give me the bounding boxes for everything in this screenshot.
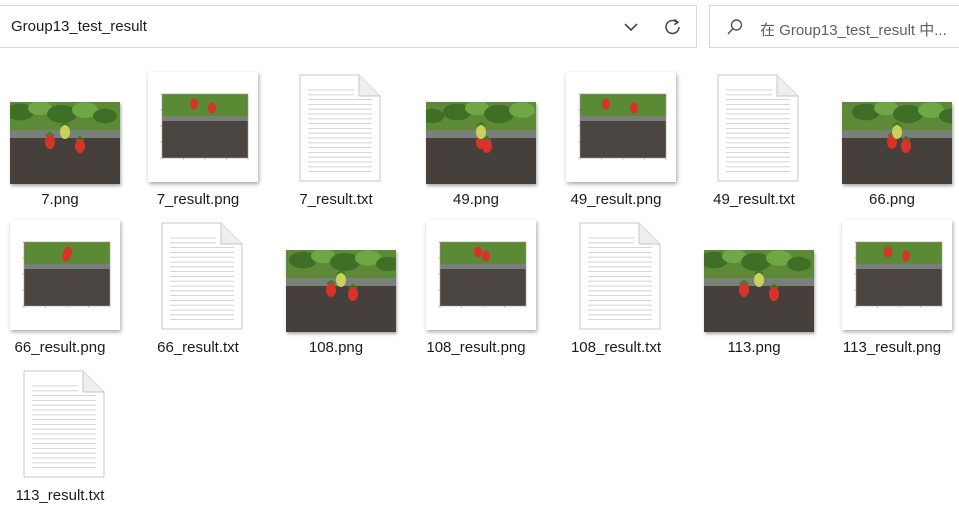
image-thumbnail <box>0 72 120 188</box>
result-plot <box>22 241 111 308</box>
file-name: 7.png <box>41 191 79 208</box>
text-file-thumbnail <box>694 72 814 188</box>
photo-art <box>10 102 120 184</box>
refresh-icon[interactable] <box>660 15 686 39</box>
image-thumbnail <box>138 72 258 188</box>
file-item[interactable]: 49_result.txt <box>694 62 814 210</box>
file-name: 108_result.txt <box>570 339 662 356</box>
photo-thumbnail <box>426 102 536 184</box>
photo-thumbnail <box>704 250 814 332</box>
photo-thumbnail <box>842 102 952 184</box>
file-name: 66_result.png <box>14 339 106 356</box>
result-thumbnail <box>842 220 952 330</box>
file-item[interactable]: 113.png <box>694 210 814 358</box>
file-item[interactable]: 66.png <box>832 62 952 210</box>
file-item[interactable]: 113_result.txt <box>0 358 120 506</box>
file-item[interactable]: 113_result.png <box>832 210 952 358</box>
file-name: 108.png <box>308 339 364 356</box>
text-file-thumbnail <box>276 72 396 188</box>
text-file-icon <box>717 74 799 182</box>
photo-art <box>842 102 952 184</box>
file-name: 66.png <box>869 191 915 208</box>
explorer-toolbar: Group13_test_result 在 Group13_test_resul… <box>0 0 959 54</box>
photo-art <box>286 250 396 332</box>
chevron-down-icon[interactable] <box>619 15 643 39</box>
result-plot <box>438 241 527 308</box>
image-thumbnail <box>416 220 536 336</box>
file-name: 49_result.txt <box>713 191 795 208</box>
text-file-thumbnail <box>138 220 258 336</box>
file-item[interactable]: 66_result.txt <box>138 210 258 358</box>
file-name: 66_result.txt <box>157 339 239 356</box>
file-name: 108_result.png <box>426 339 526 356</box>
file-item[interactable]: 108_result.png <box>416 210 536 358</box>
text-file-thumbnail <box>0 368 120 484</box>
text-file-icon <box>161 222 243 330</box>
image-thumbnail <box>832 220 952 336</box>
file-name: 113.png <box>727 339 781 356</box>
text-file-thumbnail <box>556 220 676 336</box>
file-item[interactable]: 108_result.txt <box>556 210 676 358</box>
address-bar[interactable]: Group13_test_result <box>0 5 697 48</box>
photo-art <box>704 250 814 332</box>
search-placeholder: 在 Group13_test_result 中... <box>760 22 947 39</box>
file-name: 113_result.png <box>842 339 942 356</box>
text-file-icon <box>299 74 381 182</box>
file-name: 7_result.png <box>156 191 240 208</box>
result-thumbnail <box>426 220 536 330</box>
file-item[interactable]: 7.png <box>0 62 120 210</box>
photo-thumbnail <box>286 250 396 332</box>
result-plot <box>578 93 667 160</box>
result-thumbnail <box>10 220 120 330</box>
file-name: 49.png <box>453 191 499 208</box>
file-grid: 7.png 7_result.png 7_result.txt 49.png 49_re… <box>0 62 959 525</box>
text-file-icon <box>579 222 661 330</box>
result-thumbnail <box>148 72 258 182</box>
result-plot <box>160 93 249 160</box>
address-path[interactable]: Group13_test_result <box>11 18 147 35</box>
search-icon <box>726 18 744 36</box>
file-item[interactable]: 7_result.png <box>138 62 258 210</box>
image-thumbnail <box>0 220 120 336</box>
result-plot <box>854 241 943 308</box>
image-thumbnail <box>276 220 396 336</box>
image-thumbnail <box>694 220 814 336</box>
file-name: 113_result.txt <box>15 487 105 504</box>
photo-art <box>426 102 536 184</box>
file-item[interactable]: 7_result.txt <box>276 62 396 210</box>
text-file-icon <box>23 370 105 478</box>
file-item[interactable]: 49_result.png <box>556 62 676 210</box>
image-thumbnail <box>416 72 536 188</box>
file-name: 49_result.png <box>570 191 662 208</box>
image-thumbnail <box>832 72 952 188</box>
result-thumbnail <box>566 72 676 182</box>
file-name: 7_result.txt <box>299 191 373 208</box>
search-box[interactable]: 在 Group13_test_result 中... <box>709 5 959 48</box>
image-thumbnail <box>556 72 676 188</box>
file-item[interactable]: 108.png <box>276 210 396 358</box>
file-item[interactable]: 66_result.png <box>0 210 120 358</box>
photo-thumbnail <box>10 102 120 184</box>
file-item[interactable]: 49.png <box>416 62 536 210</box>
